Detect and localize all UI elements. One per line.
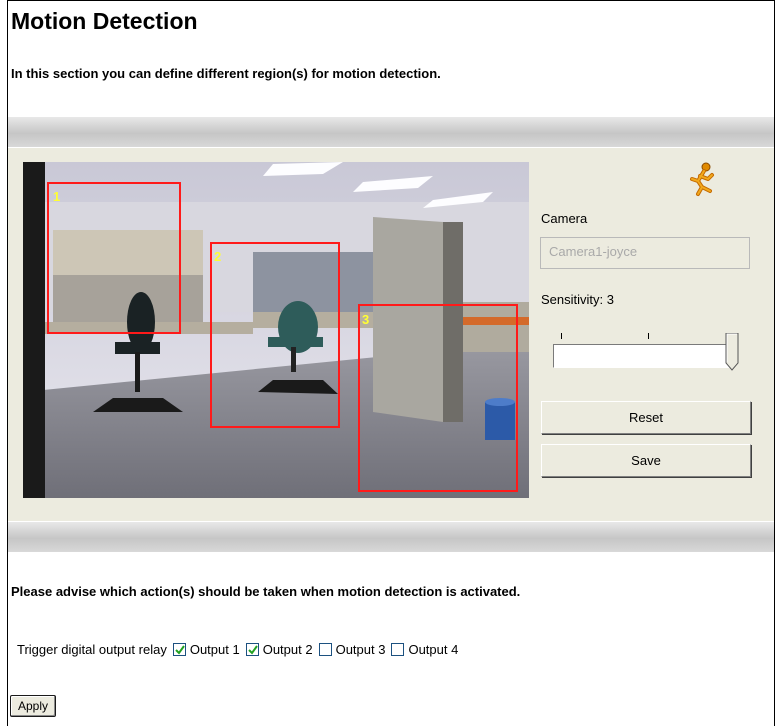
output-2-label: Output 2 [262,642,313,657]
trigger-relay-row: Trigger digital output relay Output 1 Ou… [17,642,458,657]
page-title: Motion Detection [11,8,198,34]
checkmark-icon [247,645,258,655]
detection-region-3[interactable] [358,304,518,492]
region-label-2: 2 [214,249,222,264]
sensitivity-slider-thumb[interactable] [725,332,740,371]
region-label-1: 1 [53,189,61,204]
region-label-3: 3 [362,312,370,327]
header-band [8,117,774,147]
sensitivity-slider-track[interactable] [553,344,733,368]
output-4-checkbox[interactable] [391,643,405,656]
slider-tick [648,333,649,339]
slider-tick [561,333,562,339]
camera-label: Camera [541,211,588,226]
reset-button[interactable]: Reset [541,401,751,434]
detection-region-1[interactable] [47,182,181,334]
output-2-checkbox[interactable] [245,643,259,656]
output-1-label: Output 1 [189,642,240,657]
apply-button[interactable]: Apply [10,695,56,717]
save-button[interactable]: Save [541,444,751,477]
action-advise-text: Please advise which action(s) should be … [11,584,521,599]
output-3-label: Output 3 [335,642,386,657]
sensitivity-label: Sensitivity: 3 [541,292,614,307]
running-man-icon [684,161,720,197]
output-3-checkbox[interactable] [318,643,332,656]
output-4-label: Output 4 [408,642,459,657]
footer-band [8,522,774,552]
camera-name-field[interactable]: Camera1-joyce [540,237,750,269]
trigger-relay-label: Trigger digital output relay [17,642,167,657]
output-1-checkbox[interactable] [172,643,186,656]
detection-region-2[interactable] [210,242,340,428]
checkmark-icon [175,645,185,655]
intro-text: In this section you can define different… [11,66,441,81]
camera-video-feed[interactable]: 1 2 3 [23,162,529,498]
